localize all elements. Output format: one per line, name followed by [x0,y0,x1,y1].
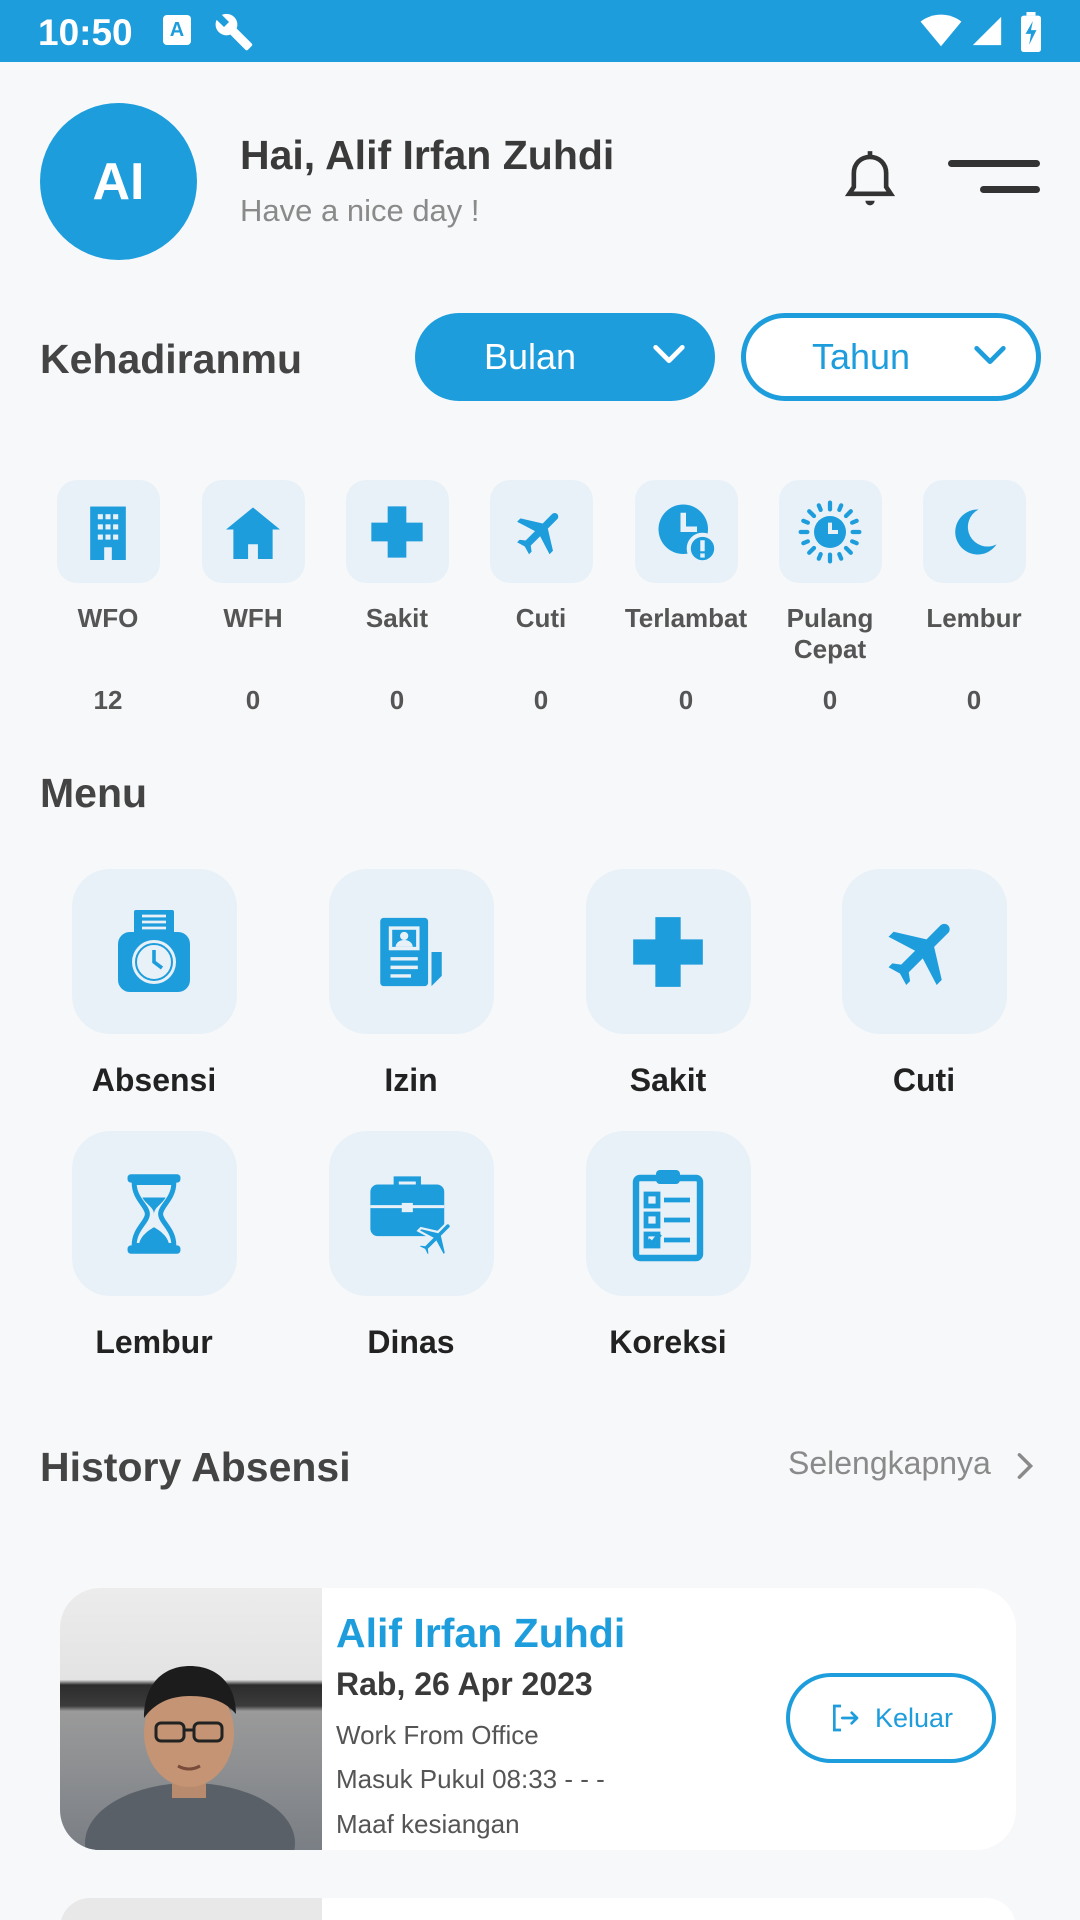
checkout-button[interactable]: Keluar [786,1673,996,1763]
check-in-time: Masuk Pukul 08:33 - - - [336,1764,605,1794]
airplane-icon [489,480,593,583]
wrench-icon [215,13,253,51]
stat-value: 0 [533,685,549,715]
chevron-right-icon[interactable] [1016,1452,1034,1480]
clock-alert-icon [634,480,738,583]
stat-label: Lembur [926,603,1022,633]
bell-icon[interactable] [842,150,898,210]
briefcase-travel-icon [328,1131,494,1296]
office-building-icon [56,480,160,583]
signal-icon [972,16,1002,46]
selfie-photo [60,1588,322,1850]
wifi-icon [920,14,962,47]
chevron-down-icon [653,345,685,363]
checklist-clipboard-icon [585,1131,751,1296]
employee-name: Alif Irfan Zuhdi [336,1610,626,1656]
stat-value: 0 [822,685,838,715]
month-dropdown[interactable]: Bulan [415,313,715,401]
notification-a-icon: A [163,15,191,45]
menu-izin[interactable]: Izin [311,869,511,1099]
stat-value: 0 [389,685,405,715]
year-dropdown-label: Tahun [811,336,911,377]
menu-sakit[interactable]: Sakit [568,869,768,1099]
logout-icon [832,1704,859,1732]
menu-absensi[interactable]: Absensi [54,869,254,1099]
hourglass-icon [71,1131,237,1296]
attendance-date: Rab, 26 Apr 2023 [336,1666,593,1702]
month-dropdown-label: Bulan [483,336,577,377]
medical-cross-icon [585,869,751,1034]
history-card[interactable]: Alif Irfan Zuhdi Rab, 26 Apr 2023 Work F… [60,1588,1016,1850]
stat-cuti: Cuti 0 [471,480,611,716]
menu-hamburger-button[interactable] [948,160,1040,200]
time-clock-icon [71,869,237,1034]
home-icon [201,480,305,583]
airplane-icon [841,869,1007,1034]
history-title: History Absensi [40,1444,351,1490]
stat-label: Terlambat [624,603,748,633]
selfie-photo [60,1898,322,1920]
stat-wfh: WFH 0 [183,480,323,716]
menu-item-label: Absensi [91,1062,217,1098]
menu-item-label: Izin [384,1062,438,1098]
attendance-title: Kehadiranmu [40,336,302,382]
checkout-label: Keluar [874,1702,954,1733]
menu-item-label: Koreksi [609,1324,727,1360]
stat-value: 0 [678,685,694,715]
stat-label: Cuti [515,603,567,633]
menu-item-label: Dinas [367,1324,455,1360]
history-card[interactable] [60,1898,1016,1920]
stat-lembur: Lembur 0 [904,480,1044,716]
stat-value: 0 [966,685,982,715]
menu-cuti[interactable]: Cuti [824,869,1024,1099]
menu-item-label: Cuti [892,1062,956,1098]
avatar[interactable]: AI [40,103,197,260]
chevron-down-icon [974,346,1006,364]
stat-label: WFH [223,603,283,633]
sun-clock-icon [778,480,882,583]
year-dropdown[interactable]: Tahun [741,313,1041,401]
attendance-note: Maaf kesiangan [336,1809,520,1839]
work-type: Work From Office [336,1720,539,1750]
stat-label: Pulang Cepat [786,603,874,664]
menu-dinas[interactable]: Dinas [311,1131,511,1361]
greeting-subtitle: Have a nice day ! [240,193,480,228]
menu-lembur[interactable]: Lembur [54,1131,254,1361]
battery-icon [1021,12,1041,52]
stat-label: WFO [77,603,139,633]
stat-value: 12 [93,685,123,715]
status-bar: 10:50 A [0,0,1080,62]
menu-item-label: Sakit [629,1062,707,1098]
stat-pulang-cepat: Pulang Cepat 0 [760,480,900,716]
moon-icon [922,480,1026,583]
greeting-text: Hai, Alif Irfan Zuhdi [240,132,615,178]
stat-value: 0 [245,685,261,715]
see-more-link[interactable]: Selengkapnya [788,1445,991,1482]
menu-title: Menu [40,770,148,816]
status-time: 10:50 [38,12,133,53]
permit-document-icon [328,869,494,1034]
menu-item-label: Lembur [95,1324,213,1360]
stat-wfo: WFO 12 [38,480,178,716]
stat-label: Sakit [365,603,429,633]
stat-terlambat: Terlambat 0 [616,480,756,716]
menu-koreksi[interactable]: Koreksi [568,1131,768,1361]
medical-cross-icon [345,480,449,583]
stat-sakit: Sakit 0 [327,480,467,716]
